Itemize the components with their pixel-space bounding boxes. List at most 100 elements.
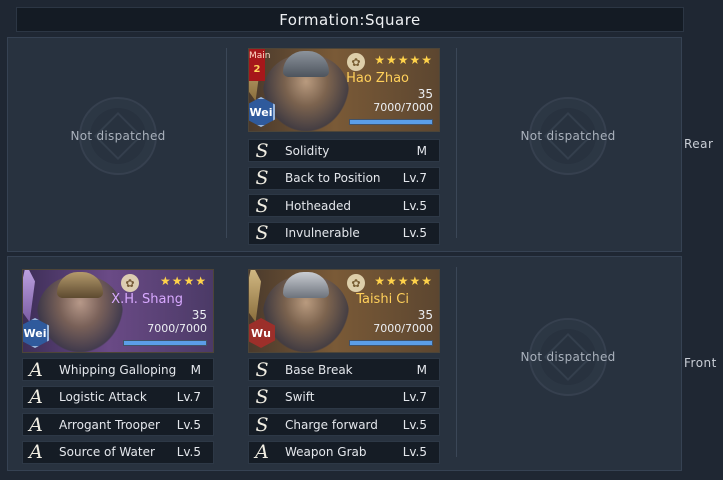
faction-label: Wu	[251, 326, 271, 340]
hero-name: Hao Zhao	[346, 71, 409, 86]
skill-grade: S	[255, 413, 269, 436]
hero-name: Taishi Ci	[356, 292, 409, 307]
skill-level: Lv.7	[176, 390, 201, 404]
skill-level: Lv.5	[402, 198, 427, 213]
skill-level: Lv.5	[402, 417, 427, 432]
skill-level: M	[416, 143, 427, 158]
skill-row[interactable]: S Base Break M	[248, 358, 440, 381]
skill-name: Charge forward	[285, 417, 378, 432]
front-row: Wei ✿ ★★★★ X.H. Shang 35 7000/7000 A Whi…	[7, 256, 682, 471]
faction-label: Wei	[23, 326, 47, 340]
skill-grade: S	[255, 167, 269, 189]
rank-wings-icon	[23, 270, 35, 322]
skill-grade: S	[255, 358, 269, 381]
hero-name: X.H. Shang	[111, 292, 183, 307]
skill-grade: A	[29, 441, 43, 463]
hero-level: 35	[191, 308, 207, 322]
skill-level: Lv.7	[402, 171, 427, 185]
helmet-icon	[283, 51, 329, 77]
skill-name: Swift	[285, 390, 315, 404]
rear-row: Not dispatched Main 2 Wei ✿ ★★★★★ Hao Zh…	[7, 37, 682, 252]
row-divider	[226, 48, 227, 238]
skill-row[interactable]: S Hotheaded Lv.5	[248, 194, 440, 217]
formation-title-text: Formation:Square	[279, 10, 421, 29]
troop-bar	[349, 119, 433, 125]
skill-level: Lv.5	[402, 226, 427, 240]
empty-slot-rear-left[interactable]: Not dispatched	[18, 76, 218, 196]
troop-count: 7000/7000	[147, 322, 207, 335]
main-tag-label: Main	[249, 51, 271, 61]
skill-grade: S	[255, 222, 269, 244]
skill-list-hao-zhao: S Solidity M S Back to Position Lv.7 S H…	[248, 139, 440, 249]
empty-slot-rear-right[interactable]: Not dispatched	[468, 76, 668, 196]
leaf-emblem-icon: ✿	[121, 274, 139, 292]
not-dispatched-label: Not dispatched	[70, 129, 166, 143]
skill-level: Lv.5	[402, 445, 427, 459]
skill-name: Invulnerable	[285, 226, 360, 240]
skill-row[interactable]: A Logistic Attack Lv.7	[22, 385, 214, 409]
main-commander-badge: Main 2	[249, 49, 271, 81]
skill-name: Source of Water	[59, 445, 155, 459]
skill-grade: A	[29, 386, 43, 408]
skill-level: Lv.5	[176, 445, 201, 459]
skill-grade: A	[29, 358, 43, 381]
not-dispatched-label: Not dispatched	[520, 129, 616, 143]
leaf-emblem-icon: ✿	[347, 53, 365, 71]
skill-level: Lv.7	[402, 390, 427, 404]
troop-bar	[349, 340, 433, 346]
skill-level: M	[190, 362, 201, 377]
skill-name: Back to Position	[285, 171, 381, 185]
star-rating: ★★★★★	[374, 53, 433, 67]
hero-card-taishi-ci[interactable]: Wu ✿ ★★★★★ Taishi Ci 35 7000/7000	[248, 269, 440, 353]
skill-name: Weapon Grab	[285, 445, 367, 459]
star-rating: ★★★★	[159, 274, 207, 288]
skill-grade: S	[255, 194, 269, 217]
not-dispatched-label: Not dispatched	[520, 350, 616, 364]
leaf-emblem-icon: ✿	[347, 274, 365, 292]
row-divider	[456, 48, 457, 238]
skill-grade: S	[255, 139, 269, 162]
rank-wings-icon	[249, 270, 261, 322]
skill-level: M	[416, 362, 427, 377]
helmet-icon	[57, 272, 103, 298]
troop-bar-fill	[350, 120, 432, 124]
hero-card-hao-zhao[interactable]: Main 2 Wei ✿ ★★★★★ Hao Zhao 35 7000/7000	[248, 48, 440, 132]
skill-grade: S	[255, 386, 269, 408]
troop-count: 7000/7000	[373, 101, 433, 114]
skill-grade: A	[255, 441, 269, 463]
troop-bar	[123, 340, 207, 346]
skill-grade: A	[29, 413, 43, 436]
hero-level: 35	[417, 87, 433, 101]
skill-row[interactable]: S Swift Lv.7	[248, 385, 440, 409]
skill-row[interactable]: A Arrogant Trooper Lv.5	[22, 413, 214, 436]
empty-slot-front-right[interactable]: Not dispatched	[468, 297, 668, 417]
front-row-label: Front	[684, 356, 717, 370]
skill-row[interactable]: S Invulnerable Lv.5	[248, 221, 440, 245]
skill-row[interactable]: S Solidity M	[248, 139, 440, 162]
skill-name: Solidity	[285, 143, 330, 158]
star-rating: ★★★★★	[374, 274, 433, 288]
row-divider	[456, 267, 457, 457]
skill-row[interactable]: A Whipping Galloping M	[22, 358, 214, 381]
main-tag-number: 2	[253, 64, 261, 75]
skill-row[interactable]: A Weapon Grab Lv.5	[248, 440, 440, 464]
hero-level: 35	[417, 308, 433, 322]
skill-list-xh-shang: A Whipping Galloping M A Logistic Attack…	[22, 358, 214, 468]
hero-card-xh-shang[interactable]: Wei ✿ ★★★★ X.H. Shang 35 7000/7000	[22, 269, 214, 353]
skill-name: Base Break	[285, 362, 353, 377]
troop-bar-fill	[124, 341, 206, 345]
rear-row-label: Rear	[684, 137, 714, 151]
skill-level: Lv.5	[176, 417, 201, 432]
troop-count: 7000/7000	[373, 322, 433, 335]
formation-title: Formation:Square	[16, 7, 684, 32]
skill-name: Logistic Attack	[59, 390, 147, 404]
skill-row[interactable]: A Source of Water Lv.5	[22, 440, 214, 464]
skill-name: Whipping Galloping	[59, 362, 177, 377]
faction-label: Wei	[249, 105, 273, 119]
skill-name: Hotheaded	[285, 198, 352, 213]
skill-row[interactable]: S Charge forward Lv.5	[248, 413, 440, 436]
troop-bar-fill	[350, 341, 432, 345]
helmet-icon	[283, 272, 329, 298]
skill-row[interactable]: S Back to Position Lv.7	[248, 166, 440, 190]
skill-name: Arrogant Trooper	[59, 417, 160, 432]
